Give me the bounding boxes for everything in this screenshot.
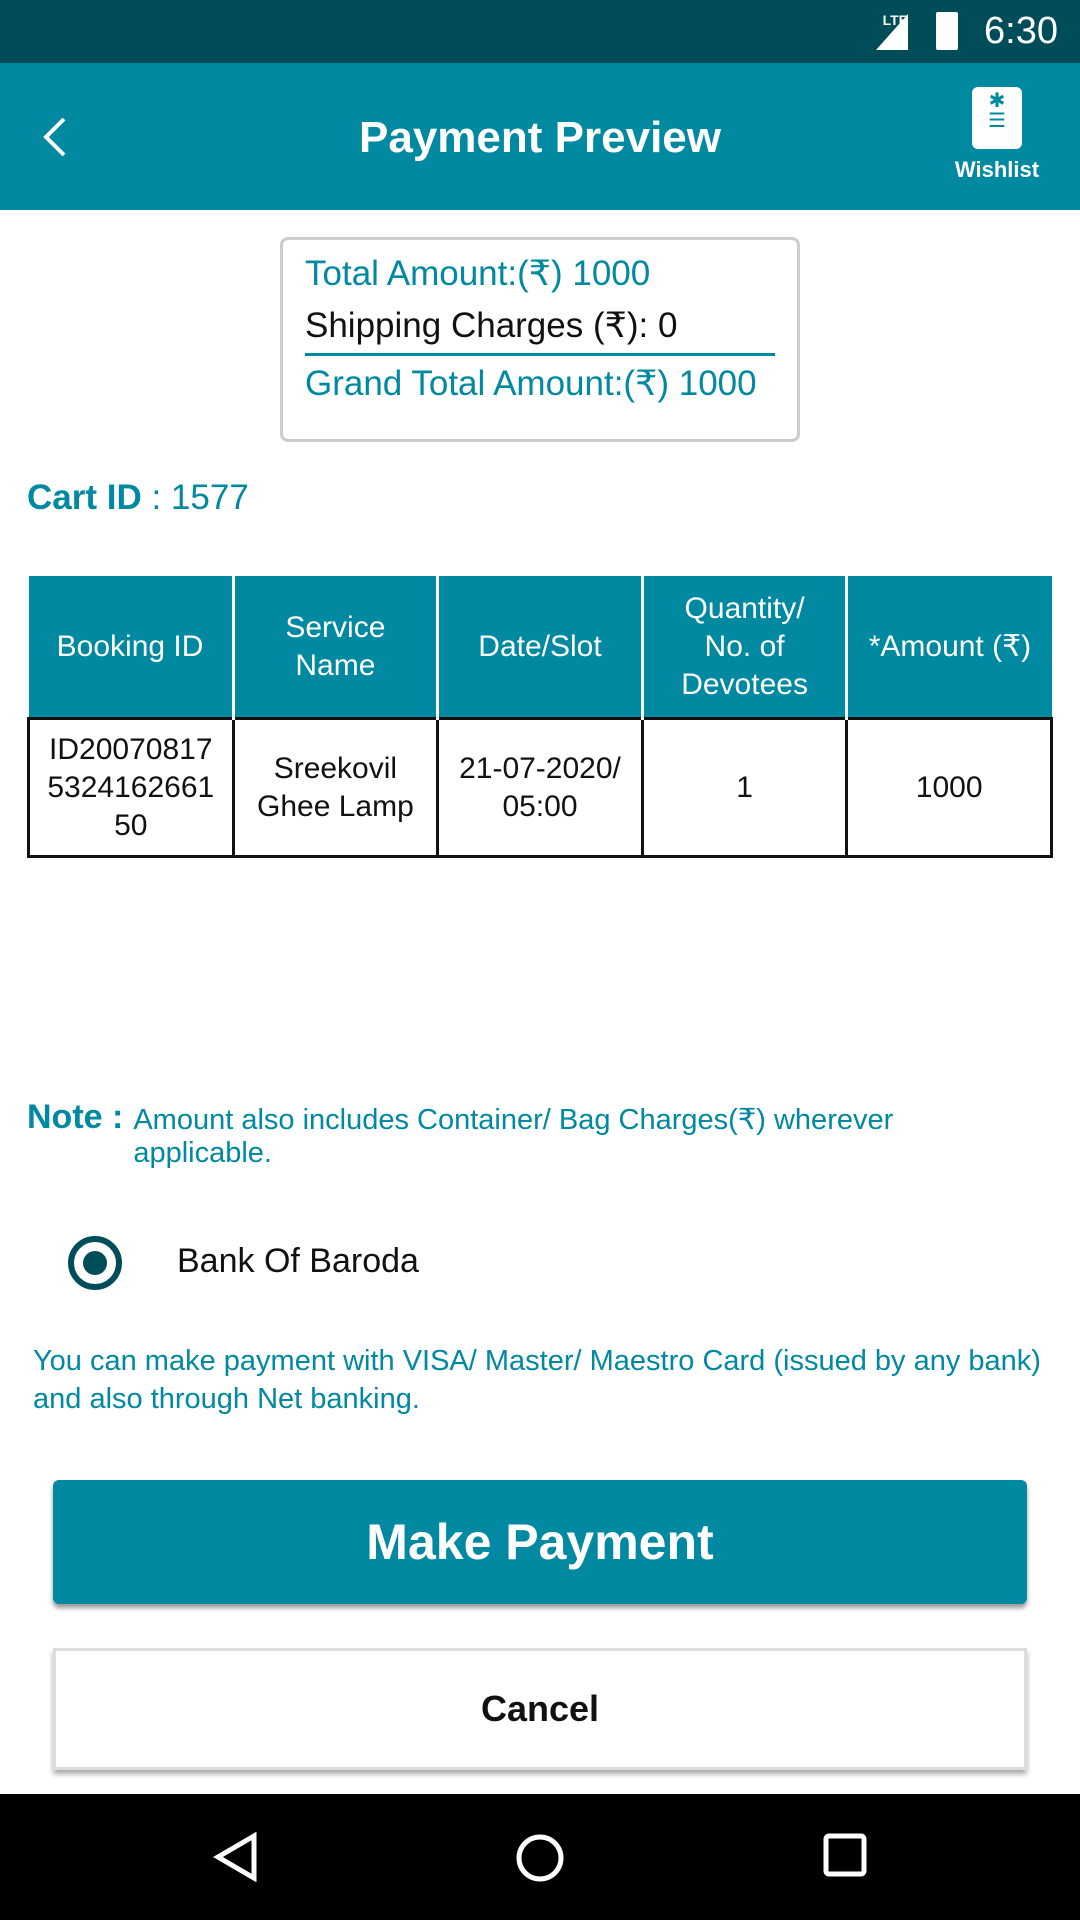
payment-info: You can make payment with VISA/ Master/ …: [33, 1345, 1041, 1415]
wishlist-icon: ✱ ☰: [972, 87, 1022, 149]
bank-label[interactable]: Bank Of Baroda: [177, 1242, 419, 1281]
bank-radio[interactable]: [68, 1236, 122, 1290]
square-recents-icon: [823, 1833, 867, 1877]
triangle-back-icon: [213, 1831, 257, 1883]
shipping-charges: Shipping Charges (₹): 0: [305, 306, 775, 356]
note-text: Amount also includes Container/ Bag Char…: [133, 1104, 894, 1169]
cell-service-name: Sreekovil Ghee Lamp: [231, 717, 440, 858]
nav-home-button[interactable]: [514, 1832, 566, 1889]
header-date-slot: Date/Slot: [436, 573, 644, 719]
nav-back-button[interactable]: [212, 1831, 260, 1887]
clock: 6:30: [984, 10, 1058, 52]
navigation-bar: [0, 1794, 1080, 1920]
table-header: Booking ID Service Name Date/Slot Quanti…: [28, 573, 1052, 719]
cart-id-value: : 1577: [141, 478, 249, 517]
cart-id: Cart ID : 1577: [27, 478, 249, 518]
amount-summary: Total Amount:(₹) 1000 Shipping Charges (…: [280, 237, 800, 442]
page-title: Payment Preview: [359, 113, 721, 162]
nav-recents-button[interactable]: [822, 1832, 868, 1883]
cell-booking-id: ID200708175324162661 50: [27, 717, 235, 858]
total-amount: Total Amount:(₹) 1000: [305, 254, 651, 293]
note: Note : Amount also includes Container/ Ba…: [27, 1098, 1027, 1170]
battery-icon: [936, 12, 958, 50]
header-service-name: Service Name: [231, 573, 440, 719]
app-bar: Payment Preview ✱ ☰ Wishlist: [0, 63, 1080, 210]
grand-total: Grand Total Amount:(₹) 1000: [305, 364, 757, 403]
table-row: ID200708175324162661 50 Sreekovil Ghee L…: [27, 717, 1053, 858]
circle-home-icon: [516, 1834, 564, 1882]
header-booking-id: Booking ID: [28, 573, 235, 719]
wishlist-label: Wishlist: [954, 157, 1040, 182]
header-quantity: Quantity/ No. of Devotees: [640, 573, 849, 719]
header-amount: *Amount (₹): [845, 573, 1052, 719]
cart-id-label: Cart ID: [27, 478, 142, 517]
cancel-button[interactable]: Cancel: [53, 1648, 1027, 1770]
note-label: Note :: [27, 1098, 124, 1136]
cell-date-slot: 21-07-2020/ 05:00: [436, 717, 644, 858]
booking-table: Booking ID Service Name Date/Slot Quanti…: [27, 573, 1053, 858]
make-payment-button[interactable]: Make Payment: [53, 1480, 1027, 1604]
status-bar: LTE 6:30: [0, 0, 1080, 63]
cell-amount: 1000: [845, 717, 1053, 858]
wishlist-button[interactable]: ✱ ☰ Wishlist: [952, 87, 1042, 183]
network-type: LTE: [882, 12, 908, 28]
cell-quantity: 1: [640, 717, 849, 858]
